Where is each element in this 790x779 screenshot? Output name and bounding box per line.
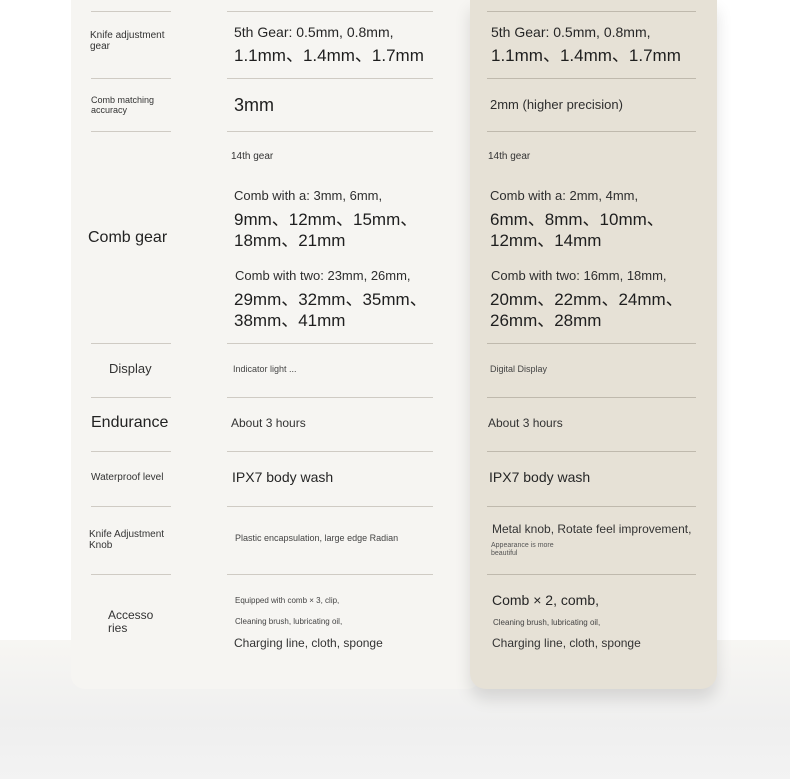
comb-gear-left-a3: 18mm、21mm — [234, 231, 346, 250]
row-label-comb-accuracy: Comb matching accuracy — [91, 95, 155, 115]
row-label-waterproof: Waterproof level — [91, 472, 164, 483]
divider — [487, 506, 696, 507]
comb-gear-right-b2: 20mm、22mm、24mm、 — [490, 290, 683, 309]
comb-gear-right-a1: Comb with a: 2mm, 4mm, — [490, 188, 639, 203]
divider — [91, 451, 171, 452]
divider — [91, 397, 171, 398]
row-label-display: Display — [109, 361, 152, 376]
divider — [487, 397, 696, 398]
divider — [227, 78, 433, 79]
endurance-right: About 3 hours — [488, 416, 563, 430]
display-left: Indicator light ... — [233, 364, 297, 374]
comb-gear-right-a3: 12mm、14mm — [490, 231, 602, 250]
comb-gear-right-b1: Comb with two: 16mm, 18mm, — [491, 268, 667, 283]
display-right: Digital Display — [490, 364, 548, 374]
divider — [91, 78, 171, 79]
knob-left: Plastic encapsulation, large edge Radian — [235, 533, 399, 543]
divider — [227, 451, 433, 452]
comb-accuracy-left: 3mm — [234, 95, 274, 115]
divider — [487, 78, 696, 79]
divider — [487, 131, 696, 132]
divider — [487, 343, 696, 344]
comb-gear-left-head: 14th gear — [231, 151, 274, 162]
waterproof-right: IPX7 body wash — [489, 469, 591, 485]
comb-gear-left-a2: 9mm、12mm、15mm、 — [234, 210, 418, 229]
row-label-knob: Knife Adjustment Knob — [89, 529, 165, 551]
divider — [227, 506, 433, 507]
divider — [227, 574, 433, 575]
row-label-accessories-line2: ries — [108, 621, 128, 635]
row-label-comb-gear: Comb gear — [88, 229, 168, 246]
comb-gear-right-a2: 6mm、8mm、10mm、 — [490, 210, 664, 229]
row-label-knife-gear: Knife adjustment gear — [90, 30, 165, 52]
accessories-left-line3: Charging line, cloth, sponge — [234, 636, 383, 650]
knife-gear-left-line2: 1.1mm、1.4mm、1.7mm — [234, 46, 424, 65]
divider — [227, 11, 433, 12]
divider — [91, 574, 171, 575]
knife-gear-right-line1: 5th Gear: 0.5mm, 0.8mm, — [491, 24, 651, 40]
divider — [91, 11, 171, 12]
knife-gear-left-line1: 5th Gear: 0.5mm, 0.8mm, — [234, 24, 394, 40]
row-label-endurance: Endurance — [91, 414, 169, 431]
divider — [227, 343, 433, 344]
divider — [487, 11, 696, 12]
divider — [91, 343, 171, 344]
waterproof-left: IPX7 body wash — [232, 469, 334, 485]
comb-gear-right-b3: 26mm、28mm — [490, 311, 602, 330]
accessories-right-line3: Charging line, cloth, sponge — [492, 636, 641, 650]
divider — [487, 574, 696, 575]
comb-gear-right-head: 14th gear — [488, 151, 531, 162]
accessories-right-line1: Comb × 2, comb, — [492, 592, 599, 608]
comb-gear-left-b3: 38mm、41mm — [234, 311, 346, 330]
knife-gear-right-line2: 1.1mm、1.4mm、1.7mm — [491, 46, 681, 65]
accessories-left-line2: Cleaning brush, lubricating oil, — [235, 617, 343, 626]
knob-right-line2: Appearance is more beautiful — [491, 542, 554, 557]
comb-accuracy-right: 2mm (higher precision) — [490, 97, 623, 112]
accessories-right-line2: Cleaning brush, lubricating oil, — [493, 618, 601, 627]
knob-right-line1: Metal knob, Rotate feel improvement, — [492, 522, 692, 536]
comb-gear-left-a1: Comb with a: 3mm, 6mm, — [234, 188, 383, 203]
row-label-accessories-line1: Accesso — [108, 608, 154, 622]
divider — [227, 131, 433, 132]
divider — [487, 451, 696, 452]
endurance-left: About 3 hours — [231, 416, 306, 430]
divider — [91, 131, 171, 132]
comb-gear-left-b2: 29mm、32mm、35mm、 — [234, 290, 427, 309]
divider — [227, 397, 433, 398]
divider — [91, 506, 171, 507]
comb-gear-left-b1: Comb with two: 23mm, 26mm, — [235, 268, 411, 283]
accessories-left-line1: Equipped with comb × 3, clip, — [235, 596, 340, 605]
